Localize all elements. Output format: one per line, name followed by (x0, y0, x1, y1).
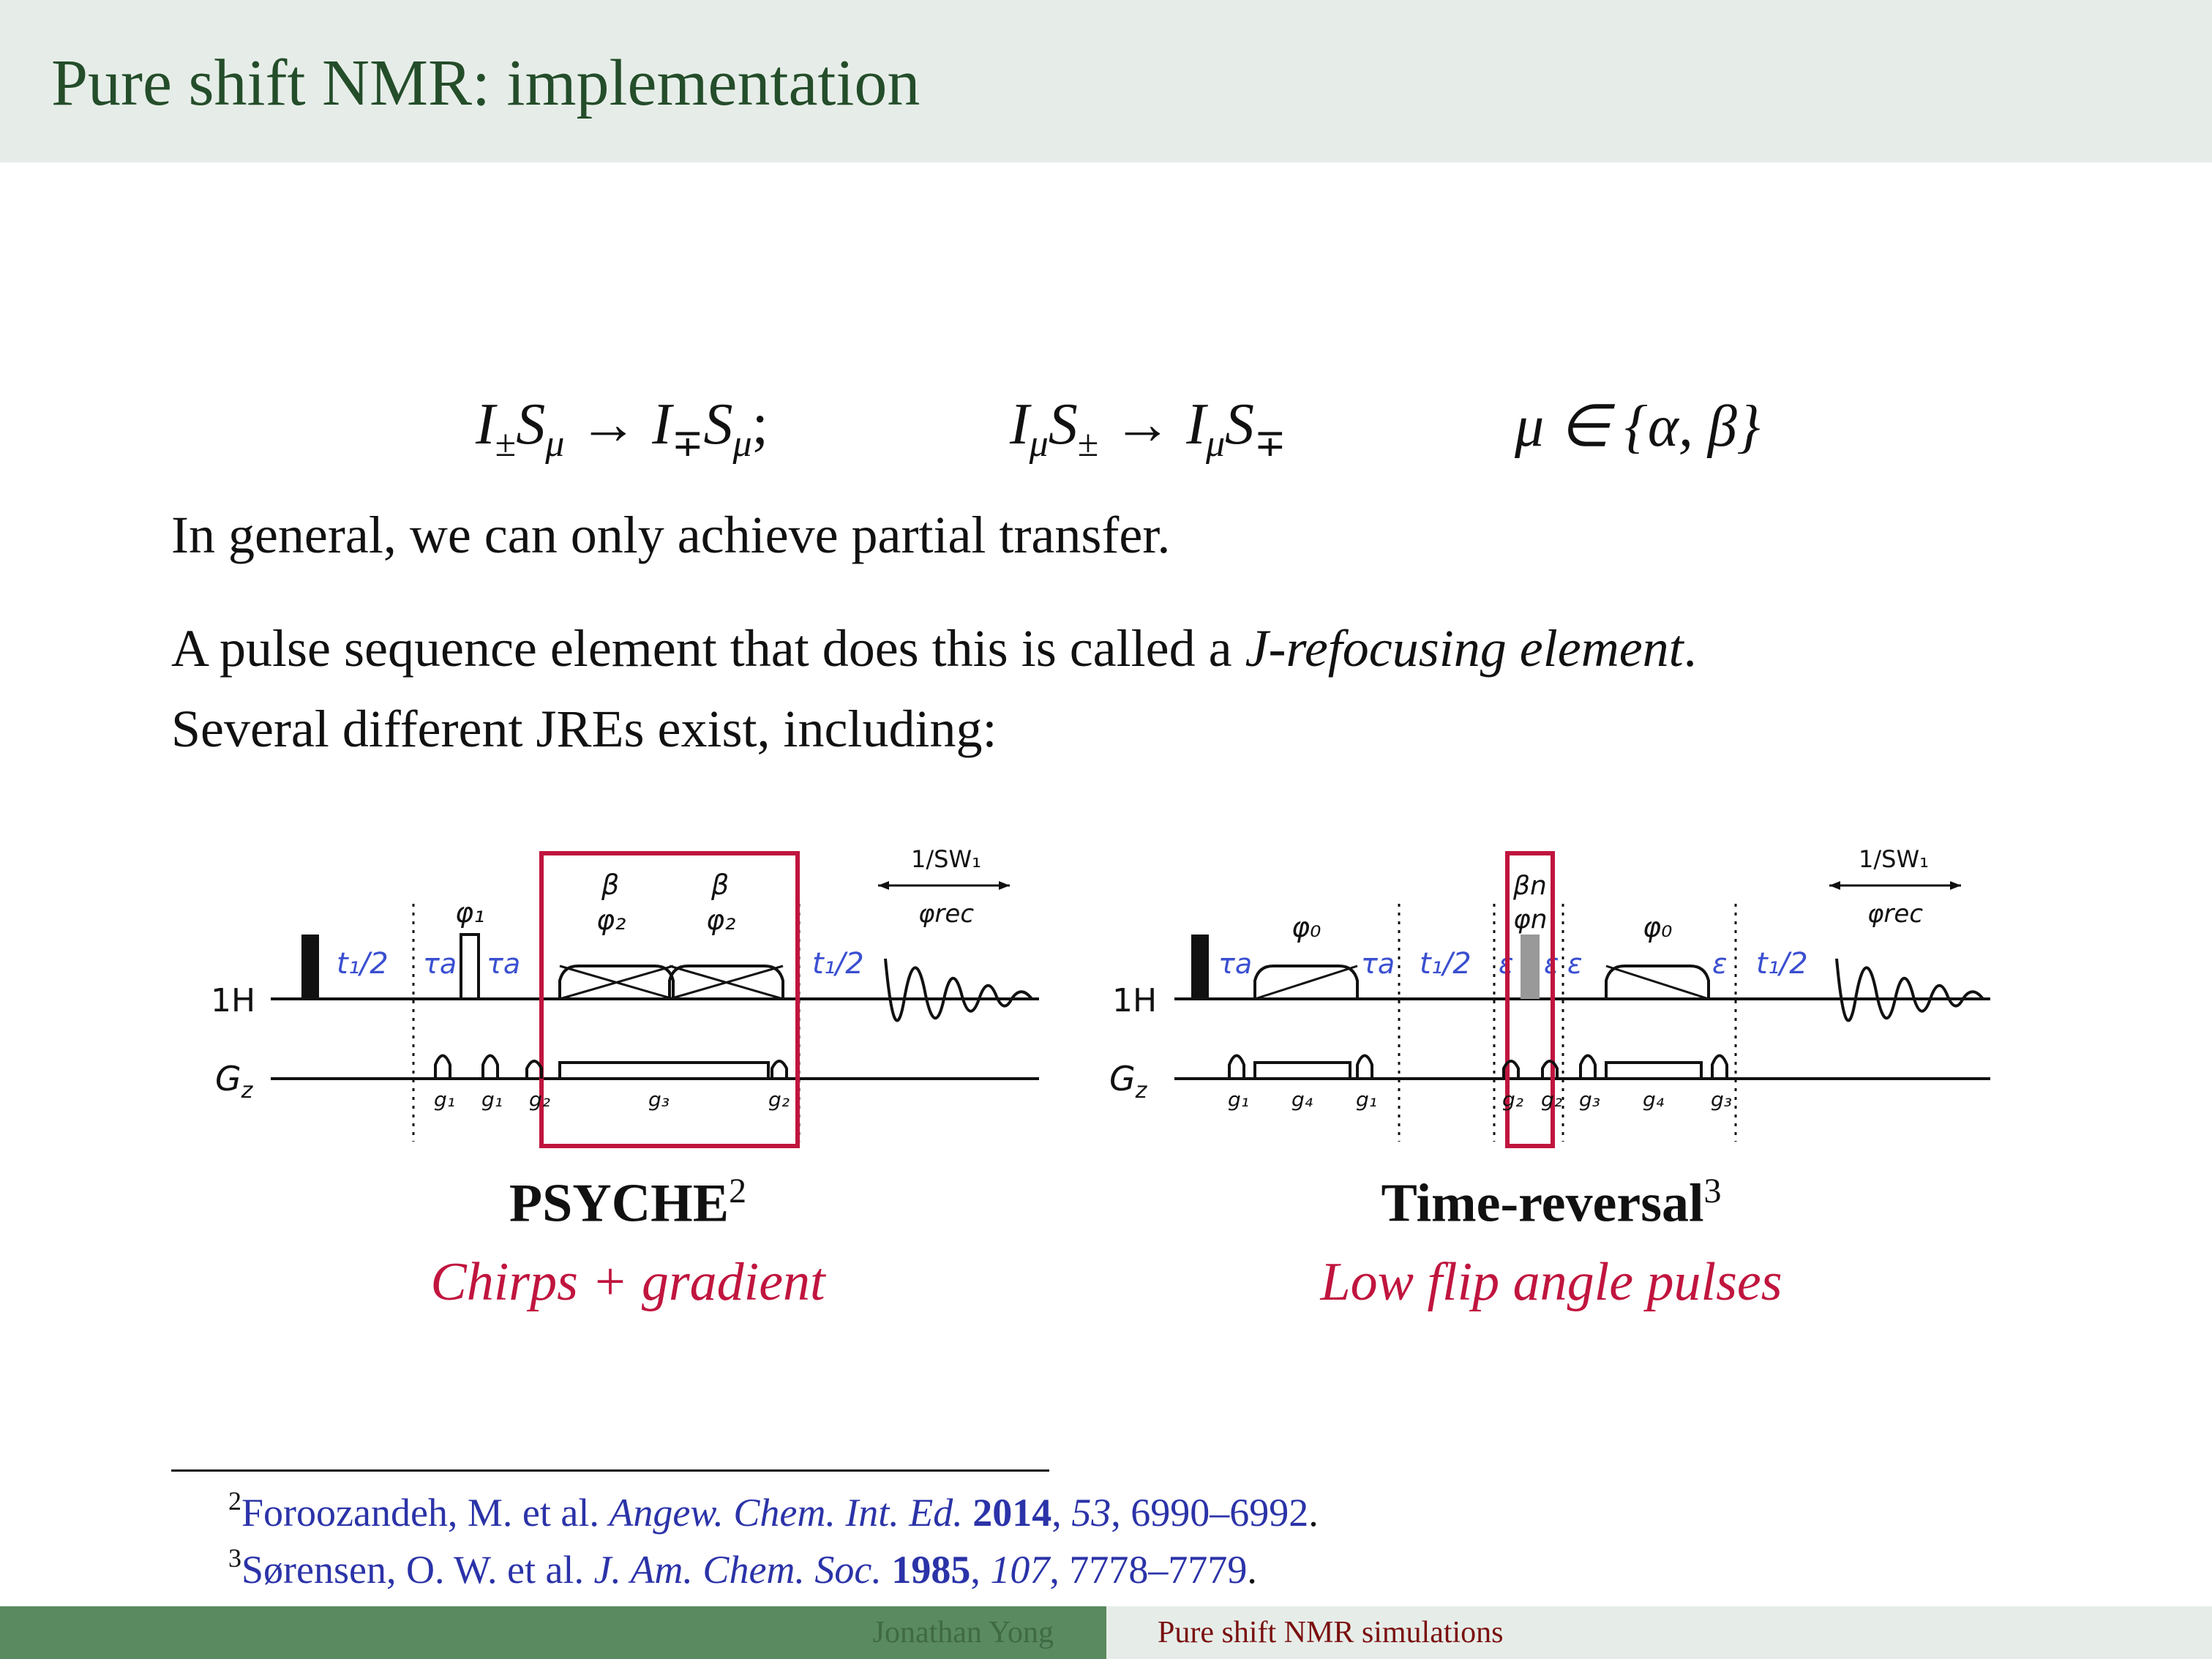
psyche-title: PSYCHE2 (509, 1172, 747, 1234)
svg-text:g₂: g₂ (529, 1087, 550, 1112)
svg-text:g₁: g₁ (434, 1087, 455, 1112)
svg-text:1/SW₁: 1/SW₁ (1859, 845, 1929, 873)
refocus-pulse-left (460, 933, 480, 1000)
hard-pulse-right (1191, 935, 1209, 999)
pulse-sequence-diagrams: 1H Gz t₁/2 t₁/2 τa τa φ₁ β φ₂ β φ₂ 1/SW₁ (211, 845, 1990, 1148)
svg-text:ε: ε (1567, 948, 1583, 980)
equation-3: μ ∈ {α, β} (1515, 394, 1761, 459)
svg-text:β: β (711, 869, 729, 901)
footer-author: Jonathan Yong (872, 1616, 1054, 1649)
svg-text:τa: τa (423, 948, 457, 980)
svg-text:βn: βn (1512, 871, 1547, 901)
svg-text:1/SW₁: 1/SW₁ (911, 845, 981, 873)
svg-text:τa: τa (1361, 948, 1395, 980)
svg-text:φrec: φrec (918, 899, 974, 929)
footnote-3[interactable]: 3Sørensen, O. W. et al. J. Am. Chem. Soc… (228, 1543, 1257, 1592)
svg-text:φn: φn (1513, 905, 1548, 935)
svg-text:g₂: g₂ (1502, 1087, 1523, 1112)
svg-text:t₁/2: t₁/2 (812, 947, 864, 981)
slide-header: Pure shift NMR: implementation (0, 0, 2212, 162)
svg-text:t₁/2: t₁/2 (1420, 947, 1471, 981)
time-reversal-subtitle: Low flip angle pulses (1320, 1252, 1782, 1312)
svg-text:φ₂: φ₂ (706, 904, 735, 936)
psyche-sequence: 1H Gz t₁/2 t₁/2 τa τa φ₁ β φ₂ β φ₂ 1/SW₁ (211, 845, 1039, 1148)
svg-text:ε: ε (1712, 948, 1728, 980)
footer-talk-title: Pure shift NMR simulations (1158, 1616, 1504, 1649)
paragraph-jre-list: Several different JREs exist, including: (171, 700, 997, 758)
gz-label-right: G (1109, 1059, 1136, 1098)
time-reversal-title: Time-reversal3 (1381, 1172, 1722, 1234)
svg-text:φ₀: φ₀ (1291, 911, 1321, 943)
svg-text:φrec: φrec (1867, 899, 1923, 929)
svg-text:g₂: g₂ (1541, 1087, 1562, 1112)
svg-text:g₃: g₃ (1579, 1087, 1600, 1112)
svg-text:τa: τa (487, 948, 520, 980)
svg-text:Gz: Gz (1109, 1059, 1148, 1104)
svg-text:g₁: g₁ (1356, 1087, 1377, 1112)
svg-text:g₃: g₃ (1711, 1087, 1732, 1112)
slide-title: Pure shift NMR: implementation (51, 47, 921, 119)
footnote-2[interactable]: 2Foroozandeh, M. et al. Angew. Chem. Int… (228, 1486, 1319, 1535)
paragraph-jre-definition: A pulse sequence element that does this … (171, 619, 1697, 678)
h1-label-right: 1H (1112, 982, 1157, 1019)
svg-text:β: β (601, 869, 619, 901)
svg-text:τa: τa (1218, 948, 1252, 980)
h1-label-left: 1H (211, 982, 255, 1019)
footer-title-bar: Pure shift NMR simulations (1106, 1606, 2212, 1659)
svg-text:Gz: Gz (215, 1059, 254, 1104)
t1-half-label: t₁/2 (337, 947, 389, 981)
footnote-rule (171, 1469, 1049, 1472)
low-flip-pulse (1521, 935, 1540, 999)
gz-label-left: G (215, 1059, 241, 1098)
svg-text:g₄: g₄ (1643, 1087, 1664, 1112)
psyche-subtitle: Chirps + gradient (430, 1252, 825, 1312)
svg-text:g₁: g₁ (1228, 1087, 1249, 1112)
svg-text:g₂: g₂ (768, 1087, 790, 1112)
svg-text:φ₀: φ₀ (1643, 911, 1672, 943)
svg-text:g₄: g₄ (1291, 1087, 1313, 1112)
hard-pulse-left (301, 935, 319, 999)
svg-text:φ₁: φ₁ (455, 896, 484, 929)
svg-text:t₁/2: t₁/2 (1756, 947, 1808, 981)
svg-text:g₃: g₃ (648, 1087, 670, 1112)
equation-1: I±Sμ → I∓Sμ; (476, 392, 768, 465)
time-reversal-sequence: 1H Gz τa φ₀ τa t₁/2 ε ε βn φn ε φ₀ ε t₁/… (1109, 845, 1990, 1148)
svg-text:g₁: g₁ (481, 1087, 503, 1112)
footer-author-bar: Jonathan Yong (0, 1606, 1106, 1659)
paragraph-partial-transfer: In general, we can only achieve partial … (171, 506, 1171, 564)
svg-text:φ₂: φ₂ (596, 904, 626, 936)
equation-2: IμS± → IμS∓ (1010, 392, 1286, 465)
